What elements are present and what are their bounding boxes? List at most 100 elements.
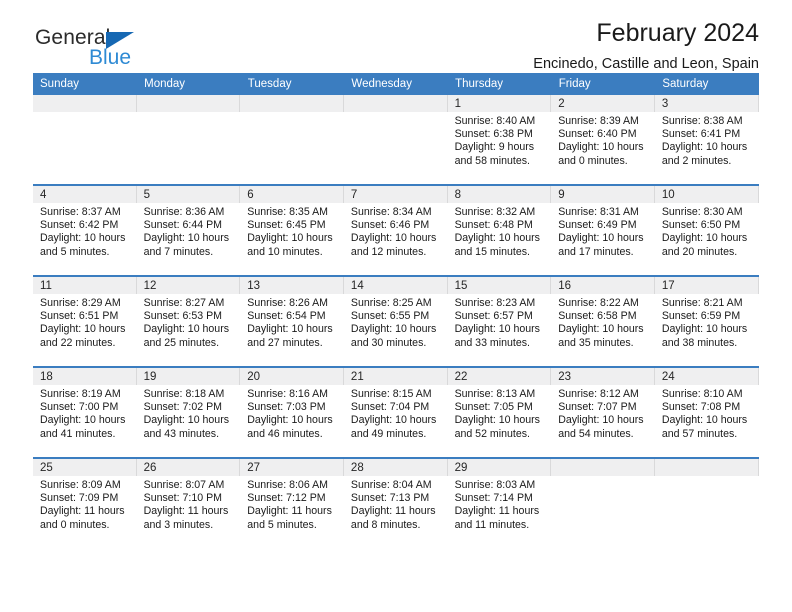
sunset-text: Sunset: 6:49 PM [558,219,637,232]
daylight-text-line2: and 0 minutes. [558,154,628,167]
day-cell: 8 Sunrise: 8:32 AM Sunset: 6:48 PM Daylight… [447,184,552,276]
day-cell: 14 Sunrise: 8:25 AM Sunset: 6:55 PM Dayligh… [343,275,448,367]
daylight-text-line2: and 46 minutes. [247,427,323,440]
sunset-text: Sunset: 7:09 PM [40,492,119,505]
daylight-text-line1: Daylight: 10 hours [143,323,230,336]
daylight-text-line1: Daylight: 10 hours [247,323,333,336]
day-details: Sunrise: 8:27 AM Sunset: 6:53 PM Daylight:… [137,294,241,350]
day-number: 21 [343,368,448,385]
daylight-text-line2: and 35 minutes. [558,336,634,349]
day-number: 11 [33,277,137,294]
sunset-text: Sunset: 7:13 PM [350,492,430,505]
sunset-text: Sunset: 7:05 PM [454,401,533,414]
day-number: 1 [447,95,552,112]
daylight-text-line1: Daylight: 11 hours [143,505,229,518]
daylight-text-line1: Daylight: 10 hours [40,323,126,336]
daylight-text-line2: and 49 minutes. [350,427,427,440]
day-cell [33,95,137,185]
day-details: Sunrise: 8:21 AM Sunset: 6:59 PM Daylight:… [655,294,759,350]
day-cell [136,95,241,185]
daylight-text-line2: and 25 minutes. [143,336,220,349]
daylight-text-line1: Daylight: 11 hours [350,505,436,518]
day-cell: 23 Sunrise: 8:12 AM Sunset: 7:07 PM Dayligh… [551,366,655,458]
sunset-text: Sunset: 6:40 PM [558,128,637,141]
day-number [551,459,655,476]
day-cell: 7 Sunrise: 8:34 AM Sunset: 6:46 PM Daylight… [343,184,448,276]
day-cell: 24 Sunrise: 8:10 AM Sunset: 7:08 PM Dayligh… [654,366,759,458]
daylight-text-line1: Daylight: 10 hours [661,232,748,245]
sunset-text: Sunset: 6:45 PM [247,219,326,232]
day-details: Sunrise: 8:07 AM Sunset: 7:10 PM Daylight:… [137,476,241,532]
weekday-header-sunday: Sunday [33,73,138,95]
sunrise-text: Sunrise: 8:34 AM [350,206,432,218]
day-number: 27 [240,459,344,476]
calendar-body: 1 Sunrise: 8:40 AM Sunset: 6:38 PM Daylight… [33,95,759,548]
daylight-text-line2: and 10 minutes. [247,245,323,258]
day-number: 20 [240,368,344,385]
daylight-text-line1: Daylight: 10 hours [350,323,437,336]
day-details: Sunrise: 8:15 AM Sunset: 7:04 PM Daylight:… [344,385,448,441]
week-row: 1 Sunrise: 8:40 AM Sunset: 6:38 PM Daylight… [33,95,759,185]
sunrise-text: Sunrise: 8:15 AM [350,388,432,400]
sunrise-text: Sunrise: 8:35 AM [247,206,328,218]
day-number: 10 [654,186,759,203]
logo-text-blue: Blue [89,46,132,69]
day-details: Sunrise: 8:34 AM Sunset: 6:46 PM Daylight:… [344,203,448,259]
daylight-text-line1: Daylight: 11 hours [247,505,332,518]
daylight-text-line1: Daylight: 11 hours [40,505,125,518]
daylight-text-line1: Daylight: 10 hours [558,414,644,427]
day-cell: 16 Sunrise: 8:22 AM Sunset: 6:58 PM Dayligh… [551,275,655,367]
day-cell: 5 Sunrise: 8:36 AM Sunset: 6:44 PM Daylight… [136,184,241,276]
daylight-text-line2: and 12 minutes. [350,245,427,258]
sunrise-text: Sunrise: 8:37 AM [40,206,121,218]
day-number: 29 [447,459,552,476]
daylight-text-line2: and 38 minutes. [661,336,738,349]
day-details: Sunrise: 8:39 AM Sunset: 6:40 PM Daylight:… [551,112,655,168]
weekday-header-row: Sunday Monday Tuesday Wednesday Thursday… [33,73,759,95]
daylight-text-line2: and 2 minutes. [661,154,732,167]
daylight-text-line1: Daylight: 10 hours [40,414,126,427]
day-details: Sunrise: 8:29 AM Sunset: 6:51 PM Daylight:… [33,294,137,350]
day-cell: 22 Sunrise: 8:13 AM Sunset: 7:05 PM Dayligh… [447,366,552,458]
daylight-text-line2: and 0 minutes. [40,518,110,531]
sunset-text: Sunset: 7:12 PM [247,492,326,505]
daylight-text-line1: Daylight: 10 hours [558,141,644,154]
day-cell: 19 Sunrise: 8:18 AM Sunset: 7:02 PM Dayligh… [136,366,241,458]
daylight-text-line2: and 11 minutes. [454,518,530,531]
weekday-header-friday: Friday [551,73,656,95]
general-blue-logo[interactable]: General Blue [33,26,253,76]
day-number: 25 [33,459,137,476]
week-row: 18 Sunrise: 8:19 AM Sunset: 7:00 PM Dayligh… [33,366,759,458]
sunrise-text: Sunrise: 8:22 AM [558,297,639,309]
day-details: Sunrise: 8:12 AM Sunset: 7:07 PM Daylight:… [551,385,655,441]
daylight-text-line1: Daylight: 10 hours [247,232,333,245]
daylight-text-line2: and 54 minutes. [558,427,634,440]
day-details: Sunrise: 8:32 AM Sunset: 6:48 PM Daylight:… [448,203,552,259]
day-cell: 15 Sunrise: 8:23 AM Sunset: 6:57 PM Dayligh… [447,275,552,367]
sunrise-text: Sunrise: 8:40 AM [454,115,536,127]
day-details: Sunrise: 8:04 AM Sunset: 7:13 PM Daylight:… [344,476,448,532]
day-cell: 10 Sunrise: 8:30 AM Sunset: 6:50 PM Dayligh… [654,184,759,276]
title-block: February 2024 Encinedo, Castille and Leo… [533,18,759,74]
sunrise-text: Sunrise: 8:18 AM [143,388,225,400]
day-number: 22 [447,368,552,385]
day-number: 2 [551,95,655,112]
daylight-text-line1: Daylight: 9 hours [454,141,535,154]
daylight-text-line1: Daylight: 10 hours [661,141,748,154]
daylight-text-line2: and 30 minutes. [350,336,427,349]
daylight-text-line1: Daylight: 10 hours [454,323,540,336]
day-details: Sunrise: 8:03 AM Sunset: 7:14 PM Daylight:… [448,476,552,532]
weekday-header-saturday: Saturday [654,73,759,95]
day-details: Sunrise: 8:35 AM Sunset: 6:45 PM Daylight:… [240,203,344,259]
day-number: 16 [551,277,655,294]
sunrise-text: Sunrise: 8:31 AM [558,206,639,218]
day-cell: 3 Sunrise: 8:38 AM Sunset: 6:41 PM Daylight… [654,95,759,185]
sunset-text: Sunset: 7:08 PM [661,401,741,414]
sunrise-text: Sunrise: 8:06 AM [247,479,328,491]
day-cell: 13 Sunrise: 8:26 AM Sunset: 6:54 PM Dayligh… [240,275,344,367]
day-cell [240,95,344,185]
day-details: Sunrise: 8:31 AM Sunset: 6:49 PM Daylight:… [551,203,655,259]
day-number [240,95,344,112]
day-number [136,95,241,112]
daylight-text-line2: and 7 minutes. [143,245,214,258]
